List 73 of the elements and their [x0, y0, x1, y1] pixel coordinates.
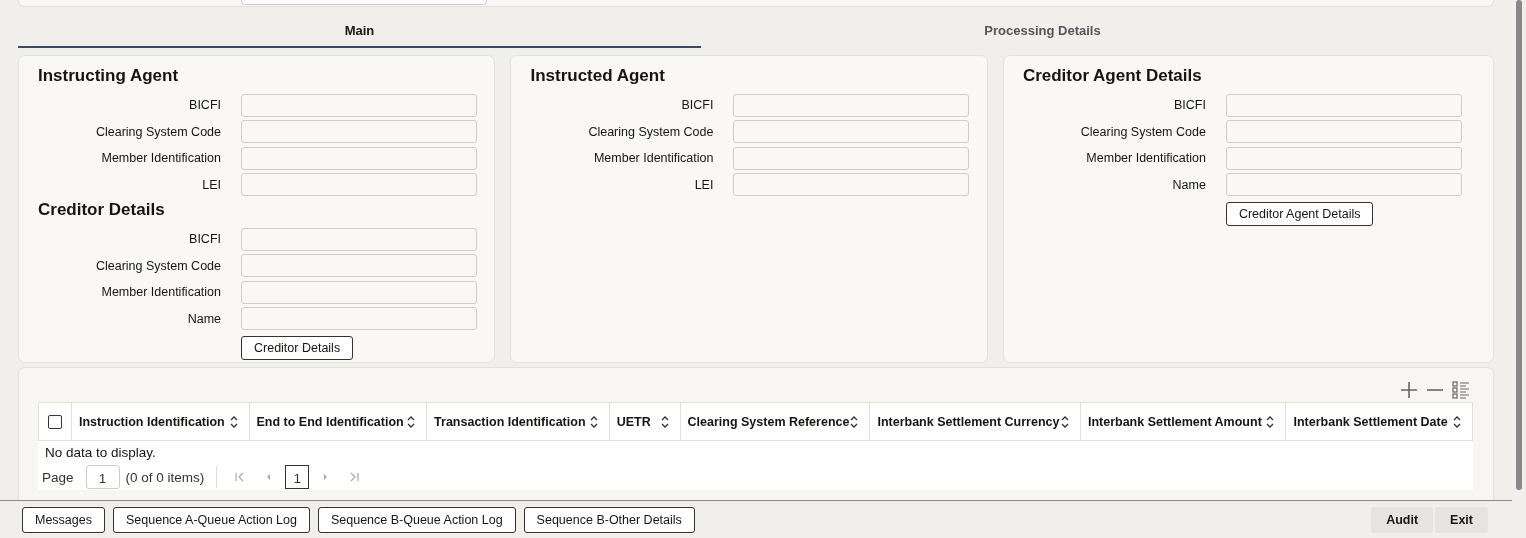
field-label: Member Identification: [100, 285, 222, 300]
column-header[interactable]: Clearing System Reference: [687, 414, 850, 429]
sort-icon[interactable]: [1059, 414, 1070, 429]
input-field[interactable]: [1225, 146, 1462, 170]
input-field[interactable]: [241, 173, 477, 197]
sort-icon[interactable]: [228, 414, 239, 429]
input-field[interactable]: [1225, 173, 1462, 197]
field-label: Name: [186, 311, 222, 326]
input-field[interactable]: [241, 254, 477, 278]
field-label: LEI: [201, 177, 222, 192]
footer-button[interactable]: Audit: [1371, 506, 1434, 533]
tab[interactable]: Processing Details: [701, 19, 1384, 48]
column-header[interactable]: Transaction Identification: [434, 414, 586, 429]
sort-icon[interactable]: [659, 414, 670, 429]
input-field[interactable]: [241, 146, 477, 170]
item-count: (0 of 0 items): [125, 469, 205, 485]
footer-button[interactable]: Sequence A-Queue Action Log: [113, 506, 310, 533]
section-title: Instructing Agent: [38, 66, 180, 86]
input-field[interactable]: [1225, 93, 1462, 117]
tab[interactable]: Main: [18, 19, 701, 48]
footer-button[interactable]: Sequence B-Other Details: [523, 506, 695, 533]
section-title: Creditor Agent Details: [1022, 66, 1203, 86]
input-field[interactable]: [241, 93, 477, 117]
input-field[interactable]: [733, 93, 970, 117]
input-field[interactable]: [1225, 120, 1462, 144]
input-field[interactable]: [241, 0, 487, 5]
field-label: Clearing System Code: [587, 124, 715, 139]
field-label: LEI: [693, 177, 715, 192]
field-label: Clearing System Code: [1079, 124, 1207, 139]
column-header[interactable]: UETR: [616, 414, 651, 429]
field-label: BICFI: [188, 232, 222, 247]
field-label: BICFI: [1172, 98, 1207, 113]
input-field[interactable]: [733, 120, 970, 144]
section-title: Instructed Agent: [530, 66, 666, 86]
details-button[interactable]: Creditor Details: [241, 336, 354, 361]
field-label: Member Identification: [100, 151, 222, 166]
sort-icon[interactable]: [406, 414, 417, 429]
sort-icon[interactable]: [849, 414, 860, 429]
details-button[interactable]: Creditor Agent Details: [1225, 202, 1374, 227]
field-label: BICFI: [188, 98, 222, 113]
sort-icon[interactable]: [588, 414, 599, 429]
footer-button[interactable]: Messages: [22, 506, 105, 533]
input-field[interactable]: [733, 146, 970, 170]
footer-button[interactable]: Sequence B-Queue Action Log: [317, 506, 516, 533]
input-field[interactable]: [733, 173, 970, 197]
footer-button[interactable]: Exit: [1435, 506, 1488, 533]
field-label: Member Identification: [1085, 151, 1207, 166]
column-header[interactable]: Interbank Settlement Currency: [877, 414, 1060, 429]
field-label: Member Identification: [592, 151, 715, 166]
input-field[interactable]: [241, 307, 477, 331]
column-header[interactable]: End to End Identification: [256, 414, 404, 429]
checkbox[interactable]: [47, 414, 62, 429]
add-icon[interactable]: [1399, 380, 1419, 400]
pager-label: Page: [42, 469, 74, 485]
column-header[interactable]: Interbank Settlement Amount: [1087, 414, 1262, 429]
column-header[interactable]: Instruction Identification: [78, 414, 225, 429]
sort-icon[interactable]: [1452, 414, 1462, 429]
input-field[interactable]: [241, 120, 477, 144]
input-field[interactable]: [241, 227, 477, 251]
input-field[interactable]: [241, 280, 477, 304]
field-label: Clearing System Code: [94, 258, 222, 273]
section-title: Creditor Details: [38, 200, 166, 220]
page-input[interactable]: 1: [85, 465, 120, 489]
field-label: BICFI: [680, 98, 715, 113]
sort-icon[interactable]: [1265, 414, 1276, 429]
page-button[interactable]: 1: [285, 465, 310, 489]
field-label: Clearing System Code: [94, 124, 222, 139]
column-header[interactable]: Interbank Settlement Date: [1293, 414, 1448, 429]
field-label: Name: [1171, 177, 1207, 192]
last-page-icon[interactable]: [348, 471, 361, 483]
list-icon[interactable]: [1451, 380, 1471, 400]
scrollbar[interactable]: [1514, 0, 1524, 500]
empty-message: No data to display.: [44, 444, 157, 462]
